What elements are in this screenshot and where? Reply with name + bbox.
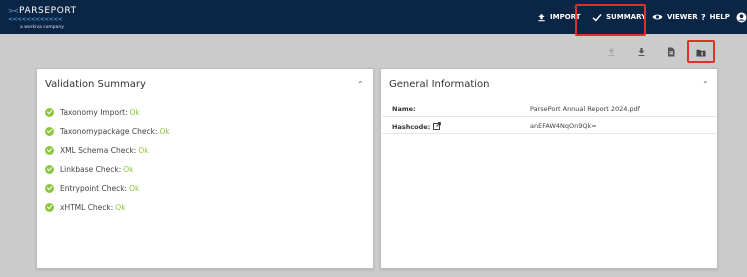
logo-chevron-row: <<<<<<<<<<<< [8, 16, 63, 23]
validation-item-status: Ok [115, 203, 126, 212]
nav-import-label: IMPORT [550, 13, 581, 21]
parseport-logo[interactable]: >< PARSEPORT <<<<<<<<<<<< a workiva comp… [5, 3, 77, 31]
nav-summary-label: SUMMARY [606, 13, 647, 21]
document-icon [667, 42, 675, 61]
checkmark-icon [592, 13, 602, 22]
validation-item-taxonomy-import: Taxonomy Import: Ok [45, 103, 170, 122]
collapse-chevron-icon[interactable]: ⌃ [357, 80, 364, 89]
check-circle-icon [45, 184, 54, 193]
check-circle-icon [45, 127, 54, 136]
validation-item-status: Ok [138, 146, 149, 155]
validation-item-status: Ok [123, 165, 134, 174]
name-label: Name: [392, 105, 416, 113]
nav-import[interactable]: IMPORT [537, 0, 581, 34]
validation-item-label: xHTML Check: [60, 203, 114, 212]
nav-summary[interactable]: SUMMARY [592, 0, 646, 34]
user-menu[interactable] [736, 0, 747, 34]
validation-summary-title: Validation Summary [45, 79, 146, 90]
check-circle-icon [45, 146, 54, 155]
nav-viewer[interactable]: VIEWER [652, 0, 698, 34]
logo-chevrons: >< [8, 7, 19, 15]
validation-item-status: Ok [159, 127, 170, 136]
nav-viewer-label: VIEWER [667, 13, 698, 21]
folder-icon [696, 42, 706, 61]
folder-button[interactable] [694, 44, 708, 58]
validation-item-xhtml: xHTML Check: Ok [45, 198, 170, 217]
validation-item-label: Linkbase Check: [60, 165, 122, 174]
download-icon [637, 42, 646, 61]
validation-summary-panel: Validation Summary ⌃ Taxonomy Import: Ok… [36, 68, 374, 269]
question-icon: ? [701, 12, 706, 22]
validation-item-status: Ok [129, 184, 140, 193]
info-row-name: Name: ParsePort Annual Report 2024.pdf [382, 100, 717, 117]
validation-item-label: Taxonomypackage Check: [60, 127, 158, 136]
validation-item-xml-schema: XML Schema Check: Ok [45, 141, 170, 160]
validation-list: Taxonomy Import: Ok Taxonomypackage Chec… [45, 103, 170, 217]
logo-tagline: a workiva company [20, 25, 64, 30]
validation-item-label: XML Schema Check: [60, 146, 137, 155]
validation-item-linkbase: Linkbase Check: Ok [45, 160, 170, 179]
upload-icon [537, 13, 546, 22]
nav-help[interactable]: ? HELP [701, 0, 730, 34]
validation-item-label: Taxonomy Import: [60, 108, 128, 117]
logo-text: PARSEPORT [19, 6, 77, 16]
check-circle-icon [45, 165, 54, 174]
info-row-hashcode: Hashcode: anEFAW4NqOn9Qk= [382, 117, 717, 134]
name-value: ParsePort Annual Report 2024.pdf [530, 105, 641, 113]
document-button[interactable] [664, 44, 678, 58]
download-button[interactable] [634, 44, 648, 58]
hashcode-value: anEFAW4NqOn9Qk= [530, 122, 597, 130]
validation-item-label: Entrypoint Check: [60, 184, 128, 193]
top-navigation-bar: >< PARSEPORT <<<<<<<<<<<< a workiva comp… [0, 0, 747, 34]
upload-icon [607, 42, 616, 61]
validation-item-entrypoint: Entrypoint Check: Ok [45, 179, 170, 198]
external-link-icon[interactable] [433, 122, 442, 132]
check-circle-icon [45, 203, 54, 212]
check-circle-icon [45, 108, 54, 117]
collapse-chevron-icon[interactable]: ⌃ [702, 80, 709, 89]
upload-button[interactable] [604, 44, 618, 58]
nav-help-label: HELP [709, 13, 730, 21]
general-information-title: General Information [389, 79, 490, 90]
user-icon [736, 12, 747, 23]
general-information-panel: General Information ⌃ Name: ParsePort An… [380, 68, 718, 269]
hashcode-key: Hashcode: [392, 122, 442, 132]
validation-item-taxonomypackage: Taxonomypackage Check: Ok [45, 122, 170, 141]
eye-icon [652, 13, 663, 21]
validation-item-status: Ok [129, 108, 140, 117]
hashcode-label: Hashcode: [392, 123, 431, 131]
